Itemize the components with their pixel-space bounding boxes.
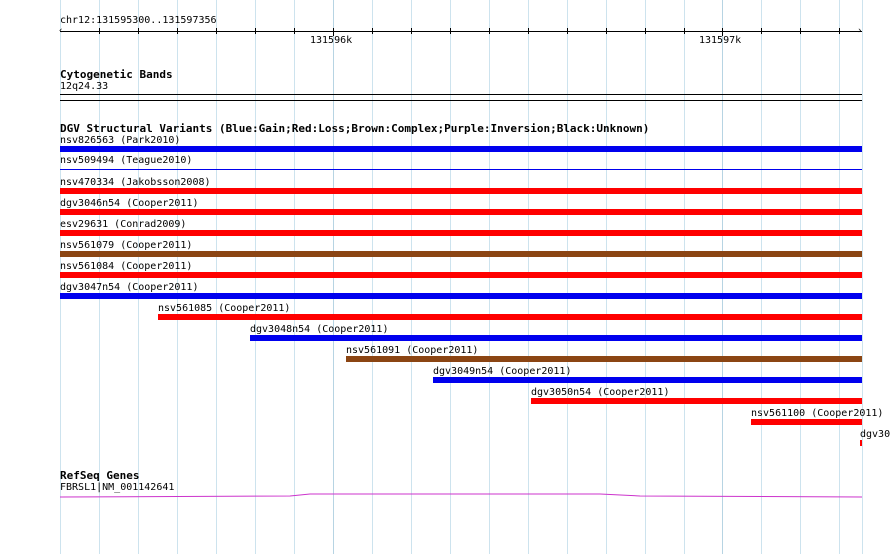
genome-browser-view: chr12:131595300..131597356 ‹ › 131596k 1… [0, 0, 890, 554]
gene-intron-line [59, 493, 863, 498]
gene-model[interactable] [0, 0, 890, 554]
